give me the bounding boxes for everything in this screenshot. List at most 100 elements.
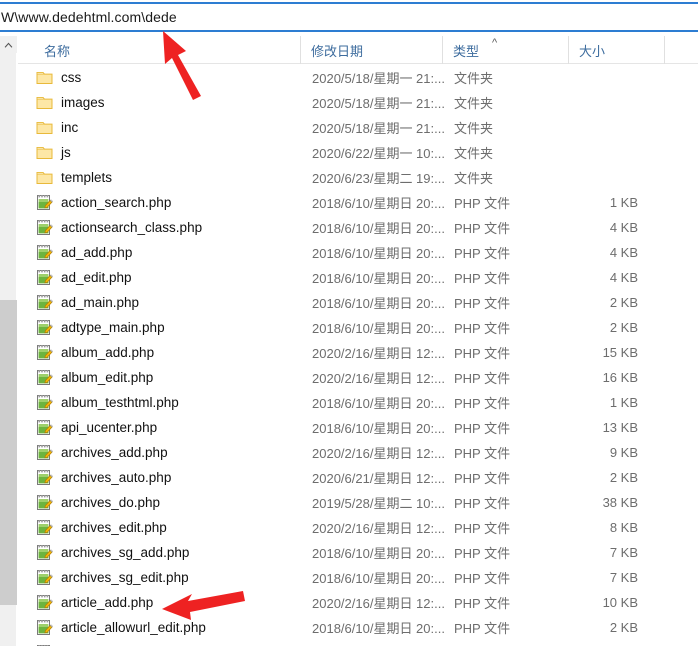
file-name-cell[interactable]: ad_edit.php [30,265,132,290]
file-date-cell: 2018/6/10/星期日 20:... [312,321,445,336]
file-row[interactable]: actionsearch_class.php 2018/6/10/星期日 20:.… [30,215,652,240]
file-name-label: archives_edit.php [61,520,167,535]
file-date-cell: 2018/6/10/星期日 20:... [312,196,445,211]
php-file-icon [37,495,53,510]
file-name-label: archives_do.php [61,495,161,510]
file-row[interactable]: adtype_main.php 2018/6/10/星期日 20:... PHP 文… [30,315,652,340]
column-header-size[interactable]: 大小 [568,36,664,64]
file-size-cell: 2 KB [609,295,638,310]
file-name-cell[interactable]: album_add.php [30,340,154,365]
file-row[interactable]: ad_add.php 2018/6/10/星期日 20:... PHP 文件 4 KB [30,240,652,265]
file-name-cell[interactable]: album_testhtml.php [30,390,179,415]
file-size-cell: 2 KB [609,620,638,635]
file-row[interactable]: api_ucenter.php 2018/6/10/星期日 20:... PHP 文… [30,415,652,440]
file-name-cell[interactable]: article_add.php [30,590,153,615]
file-size-cell: 13 KB [602,420,638,435]
file-name-cell[interactable]: adtype_main.php [30,315,165,340]
file-name-cell[interactable]: css [30,65,81,90]
php-file-icon [37,245,53,260]
file-name-cell[interactable]: archives_sg_add.php [30,540,189,565]
address-bar[interactable]: W\www.dedehtml.com\dede [0,2,698,32]
file-name-label: inc [61,120,79,135]
file-name-cell[interactable]: archives_auto.php [30,465,171,490]
file-name-cell[interactable]: archives_sg_edit.php [30,565,189,590]
file-name-cell[interactable]: archives_edit.php [30,515,167,540]
file-row[interactable]: album_add.php 2020/2/16/星期日 12:... PHP 文件 1… [30,340,652,365]
column-header-date-modified[interactable]: 修改日期 [300,36,442,64]
php-file-icon [37,320,53,335]
file-date-cell: 2020/2/16/星期日 12:... [312,371,445,386]
file-row[interactable]: article_coonepage_rule.php 2018/6/10/星期日 … [30,640,652,646]
php-file-icon [37,470,53,485]
column-header-type[interactable]: 类型 [442,36,568,64]
file-type-cell: PHP 文件 [454,496,511,511]
file-type-cell: PHP 文件 [454,446,511,461]
address-bar-path[interactable]: W\www.dedehtml.com\dede [0,9,177,25]
file-type-cell: 文件夹 [454,171,494,186]
file-name-cell[interactable]: ad_main.php [30,290,139,315]
scroll-up-arrow-icon[interactable] [0,36,17,53]
column-header-name[interactable]: 名称 [18,36,300,64]
file-date-cell: 2020/6/22/星期一 10:... [312,146,445,161]
file-row[interactable]: templets 2020/6/23/星期二 19:... 文件夹 [30,165,652,190]
file-size-cell: 15 KB [602,345,638,360]
file-name-cell[interactable]: ad_add.php [30,240,132,265]
file-type-cell: 文件夹 [454,71,494,86]
file-type-cell: PHP 文件 [454,346,511,361]
file-row[interactable]: inc 2020/5/18/星期一 21:... 文件夹 [30,115,652,140]
scrollbar-thumb[interactable] [0,300,17,605]
file-row[interactable]: archives_sg_edit.php 2018/6/10/星期日 20:...… [30,565,652,590]
php-file-icon [37,595,53,610]
file-name-cell[interactable]: inc [30,115,78,140]
file-name-cell[interactable]: actionsearch_class.php [30,215,202,240]
file-size-cell: 38 KB [602,495,638,510]
file-row[interactable]: archives_do.php 2019/5/28/星期二 10:... PHP 文… [30,490,652,515]
file-row[interactable]: album_testhtml.php 2018/6/10/星期日 20:... PH… [30,390,652,415]
file-name-cell[interactable]: archives_add.php [30,440,168,465]
file-name-cell[interactable]: js [30,140,71,165]
file-name-label: adtype_main.php [61,320,165,335]
file-row[interactable]: album_edit.php 2020/2/16/星期日 12:... PHP 文件… [30,365,652,390]
php-file-icon [37,295,53,310]
file-row[interactable]: article_allowurl_edit.php 2018/6/10/星期日 2… [30,615,652,640]
file-name-cell[interactable]: api_ucenter.php [30,415,157,440]
php-file-icon [37,570,53,585]
file-date-cell: 2020/5/18/星期一 21:... [312,96,445,111]
file-name-cell[interactable]: article_coonepage_rule.php [30,640,228,646]
file-row[interactable]: article_add.php 2020/2/16/星期日 12:... PHP 文… [30,590,652,615]
file-name-cell[interactable]: images [30,90,105,115]
file-row[interactable]: images 2020/5/18/星期一 21:... 文件夹 [30,90,652,115]
php-file-icon [37,545,53,560]
file-row[interactable]: archives_auto.php 2020/6/21/星期日 12:... PHP… [30,465,652,490]
file-name-cell[interactable]: article_allowurl_edit.php [30,615,206,640]
file-type-cell: PHP 文件 [454,596,511,611]
file-type-cell: PHP 文件 [454,196,511,211]
file-row[interactable]: archives_sg_add.php 2018/6/10/星期日 20:... P… [30,540,652,565]
file-name-label: ad_edit.php [61,270,132,285]
file-name-label: article_add.php [61,595,154,610]
php-file-icon [37,445,53,460]
php-file-icon [37,395,53,410]
file-row[interactable]: action_search.php 2018/6/10/星期日 20:... PHP… [30,190,652,215]
file-row[interactable]: js 2020/6/22/星期一 10:... 文件夹 [30,140,652,165]
file-name-label: album_edit.php [61,370,154,385]
php-file-icon [37,220,53,235]
file-date-cell: 2018/6/10/星期日 20:... [312,396,445,411]
vertical-scrollbar[interactable] [0,36,17,646]
file-row[interactable]: archives_edit.php 2020/2/16/星期日 12:... PHP… [30,515,652,540]
file-name-cell[interactable]: templets [30,165,112,190]
file-row[interactable]: archives_add.php 2020/2/16/星期日 12:... PHP … [30,440,652,465]
file-size-cell [510,90,638,115]
file-list[interactable]: css 2020/5/18/星期一 21:... 文件夹 images 2020/5/1… [18,65,698,646]
column-header-spacer [664,36,698,64]
file-name-cell[interactable]: archives_do.php [30,490,160,515]
file-name-cell[interactable]: action_search.php [30,190,171,215]
file-type-cell: PHP 文件 [454,621,511,636]
file-row[interactable]: css 2020/5/18/星期一 21:... 文件夹 [30,65,652,90]
file-row[interactable]: ad_edit.php 2018/6/10/星期日 20:... PHP 文件 4 K… [30,265,652,290]
file-name-label: ad_main.php [61,295,140,310]
file-name-cell[interactable]: album_edit.php [30,365,153,390]
file-size-cell: 4 KB [609,245,638,260]
file-row[interactable]: ad_main.php 2018/6/10/星期日 20:... PHP 文件 2 K… [30,290,652,315]
file-explorer-window: W\www.dedehtml.com\dede 名称 修改日期 类型 大小 ^ … [0,0,698,646]
